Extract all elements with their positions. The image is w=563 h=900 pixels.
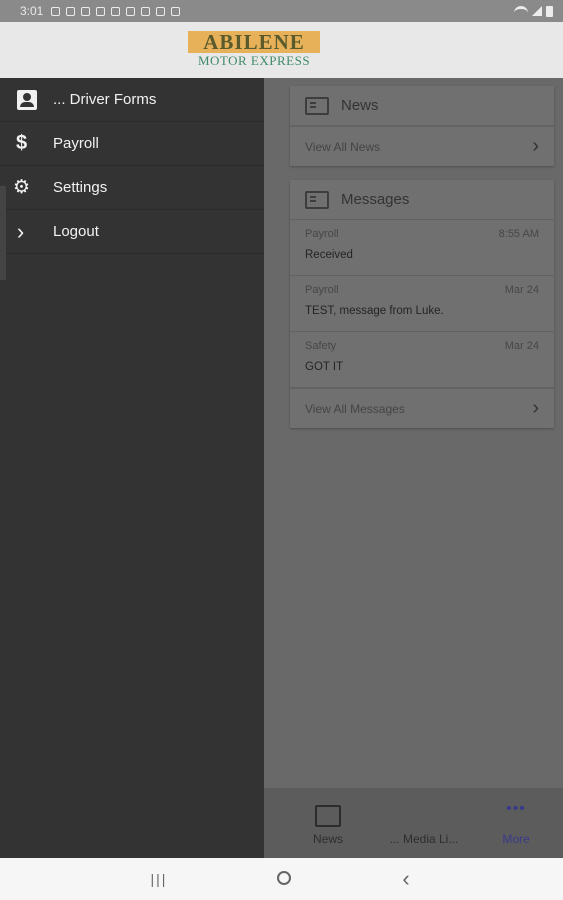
message-item[interactable]: Payroll Mar 24 TEST, message from Luke. <box>290 276 554 332</box>
messages-card-title: Messages <box>341 191 410 208</box>
dollar-icon: $ <box>15 132 28 154</box>
home-icon <box>277 871 291 885</box>
message-item[interactable]: Safety Mar 24 GOT IT <box>290 332 554 388</box>
gear-icon: ⚙ <box>12 177 31 198</box>
shield-notification-icon <box>126 6 136 16</box>
message-body: GOT IT <box>305 361 344 373</box>
drawer-item-label: Settings <box>53 179 108 196</box>
drawer-item-logout[interactable]: › Logout <box>0 210 264 254</box>
wifi-icon <box>514 6 528 16</box>
bottom-tab-bar: News ... Media Li... ••• More <box>264 788 563 858</box>
company-logo: ABILENE MOTOR EXPRESS <box>188 31 320 69</box>
view-all-messages-link[interactable]: View All Messages › <box>290 388 554 428</box>
cast-notification-icon <box>81 6 91 16</box>
tab-news[interactable]: News <box>298 788 358 858</box>
play-notification-icon <box>171 6 181 16</box>
app-header: ABILENE MOTOR EXPRESS <box>0 22 563 78</box>
tab-more[interactable]: ••• More <box>486 788 546 858</box>
more-dots-icon: ••• <box>506 800 526 817</box>
drawer-item-settings[interactable]: ⚙ Settings <box>0 166 264 210</box>
app-notification-icon <box>66 6 76 16</box>
message-category: Payroll <box>305 284 339 296</box>
navigation-drawer: ... Driver Forms $ Payroll ⚙ Settings › … <box>0 78 264 858</box>
tab-news-label: News <box>312 832 343 846</box>
tab-media-label: ... Media Li... <box>389 832 459 846</box>
gallery-notification-icon <box>141 6 151 16</box>
status-bar: 3:01 <box>0 0 563 22</box>
chevron-right-icon: › <box>532 135 539 157</box>
logo-line2: MOTOR EXPRESS <box>197 53 311 68</box>
settings-notification-icon <box>51 6 61 16</box>
image-notification-icon <box>96 6 106 16</box>
message-time: Mar 24 <box>504 284 539 296</box>
system-navigation-bar: ||| ‹ <box>0 858 563 900</box>
home-button[interactable] <box>272 868 296 890</box>
messages-card-header: Messages <box>290 180 554 220</box>
message-icon <box>305 190 329 209</box>
message-category: Safety <box>305 340 337 352</box>
message-category: Payroll <box>305 228 339 240</box>
news-icon <box>315 805 341 827</box>
status-time: 3:01 <box>20 4 44 18</box>
message-item[interactable]: Payroll 8:55 AM Received <box>290 220 554 276</box>
drawer-item-label: ... Driver Forms <box>53 91 157 108</box>
system-status <box>514 5 553 17</box>
drawer-item-driver-forms[interactable]: ... Driver Forms <box>0 78 264 122</box>
drawer-item-payroll[interactable]: $ Payroll <box>0 122 264 166</box>
signal-icon <box>532 6 542 16</box>
message-time: 8:55 AM <box>498 228 539 240</box>
tab-media-library[interactable]: ... Media Li... <box>384 788 464 858</box>
news-card-title: News <box>341 97 379 114</box>
drawer-item-label: Logout <box>53 223 99 240</box>
recents-button[interactable]: ||| <box>147 868 171 890</box>
logo-line1: ABILENE <box>188 31 320 54</box>
view-all-news-link[interactable]: View All News › <box>290 126 554 166</box>
chevron-right-icon: › <box>16 218 25 244</box>
news-card: News View All News › <box>290 86 554 166</box>
drawer-scrollbar[interactable] <box>0 186 6 280</box>
messages-card: Messages Payroll 8:55 AM Received Payrol… <box>290 180 554 428</box>
notification-icons <box>51 6 181 16</box>
message-time: Mar 24 <box>504 340 539 352</box>
news-card-header: News <box>290 86 554 126</box>
chevron-right-icon: › <box>532 397 539 419</box>
view-all-news-label: View All News <box>305 139 381 154</box>
drawer-item-label: Payroll <box>53 135 99 152</box>
view-all-messages-label: View All Messages <box>305 401 405 416</box>
driver-forms-icon <box>0 89 53 110</box>
main-content: News View All News › Messages Payroll 8:… <box>264 78 563 858</box>
back-button[interactable]: ‹ <box>394 868 418 890</box>
sim-notification-icon <box>111 6 121 16</box>
news-icon <box>305 96 329 115</box>
message-body: TEST, message from Luke. <box>305 305 444 317</box>
message-body: Received <box>305 249 353 261</box>
check-notification-icon <box>156 6 166 16</box>
tab-more-label: More <box>502 832 530 846</box>
battery-icon <box>546 5 553 17</box>
